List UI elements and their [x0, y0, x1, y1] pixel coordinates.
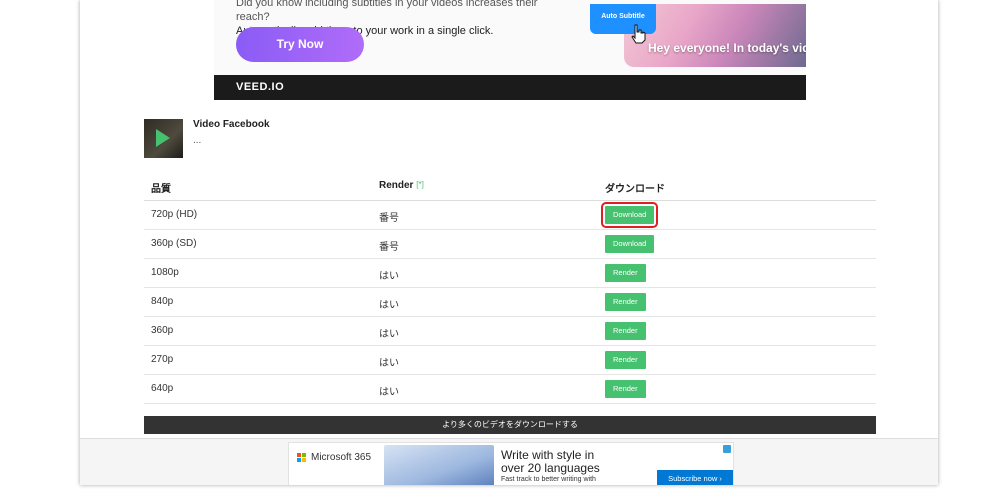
- row-quality: 720p (HD): [151, 209, 198, 220]
- try-now-button[interactable]: Try Now: [236, 27, 364, 62]
- download-button[interactable]: Download: [605, 235, 655, 253]
- banner-footer-bar: VEED.IO: [214, 75, 806, 100]
- table-header: 品質 Render [*] ダウンロード: [144, 172, 876, 201]
- page-frame: Did you know including subtitles in your…: [80, 0, 938, 485]
- row-render: はい: [379, 271, 399, 282]
- download-more-videos-button[interactable]: より多くのビデオをダウンロードする: [144, 416, 876, 434]
- render-button[interactable]: Render: [605, 264, 646, 282]
- subscribe-now-button[interactable]: Subscribe now ›: [657, 470, 733, 485]
- ad-brand: Microsoft 365: [311, 452, 372, 463]
- row-quality: 360p: [151, 325, 174, 336]
- play-icon: [156, 129, 170, 147]
- render-button[interactable]: Render: [605, 351, 646, 369]
- download-button[interactable]: Download: [600, 202, 659, 228]
- microsoft-logo-icon: [297, 453, 307, 463]
- render-button[interactable]: Render: [605, 293, 646, 311]
- header-render-label: Render: [379, 180, 414, 191]
- table-row: 360p (SD) 番号 Download: [144, 230, 876, 259]
- row-render: 番号: [379, 242, 399, 253]
- table-row: 360p はい Render: [144, 317, 876, 346]
- table-row: 720p (HD) 番号 Download: [144, 201, 876, 230]
- render-note-link[interactable]: [*]: [416, 180, 424, 189]
- hand-cursor-icon: [631, 24, 646, 44]
- row-render: はい: [379, 358, 399, 369]
- video-subtitle: ...: [193, 135, 202, 146]
- video-title: Video Facebook: [193, 119, 270, 130]
- row-render: はい: [379, 329, 399, 340]
- row-render: はい: [379, 300, 399, 311]
- row-quality: 1080p: [151, 267, 179, 278]
- table-row: 840p はい Render: [144, 288, 876, 317]
- table-row: 640p はい Render: [144, 375, 876, 404]
- row-quality: 270p: [151, 354, 174, 365]
- banner-copy-line1: Did you know including subtitles in your…: [236, 0, 538, 23]
- row-render: 番号: [379, 213, 399, 224]
- header-download: ダウンロード: [605, 184, 665, 195]
- auto-subtitle-button[interactable]: Auto Subtitle: [590, 4, 656, 34]
- ad-choices-icon[interactable]: [723, 445, 731, 453]
- render-button[interactable]: Render: [605, 380, 646, 398]
- row-quality: 640p: [151, 383, 174, 394]
- table-row: 1080p はい Render: [144, 259, 876, 288]
- header-render: Render [*]: [379, 180, 424, 191]
- render-button[interactable]: Render: [605, 322, 646, 340]
- banner-caption: Hey everyone! In today's vid: [648, 41, 806, 55]
- bottom-ad-area: Microsoft 365 Write with style in over 2…: [80, 438, 938, 485]
- row-quality: 840p: [151, 296, 174, 307]
- video-thumbnail[interactable]: [144, 119, 183, 158]
- row-quality: 360p (SD): [151, 238, 197, 249]
- header-quality: 品質: [151, 184, 171, 195]
- ad-small-text: Fast track to better writing with: [501, 476, 596, 483]
- ad-headline-line2: over 20 languages: [501, 461, 600, 475]
- veed-banner-ad[interactable]: Did you know including subtitles in your…: [214, 0, 806, 100]
- row-render: はい: [379, 387, 399, 398]
- microsoft-365-ad[interactable]: Microsoft 365 Write with style in over 2…: [288, 442, 734, 485]
- veed-logo: VEED.IO: [236, 81, 285, 93]
- ad-product-screenshot: [384, 445, 494, 485]
- download-table: 品質 Render [*] ダウンロード 720p (HD) 番号 Download…: [144, 172, 876, 404]
- table-row: 270p はい Render: [144, 346, 876, 375]
- ad-headline: Write with style in over 20 languages: [501, 449, 600, 475]
